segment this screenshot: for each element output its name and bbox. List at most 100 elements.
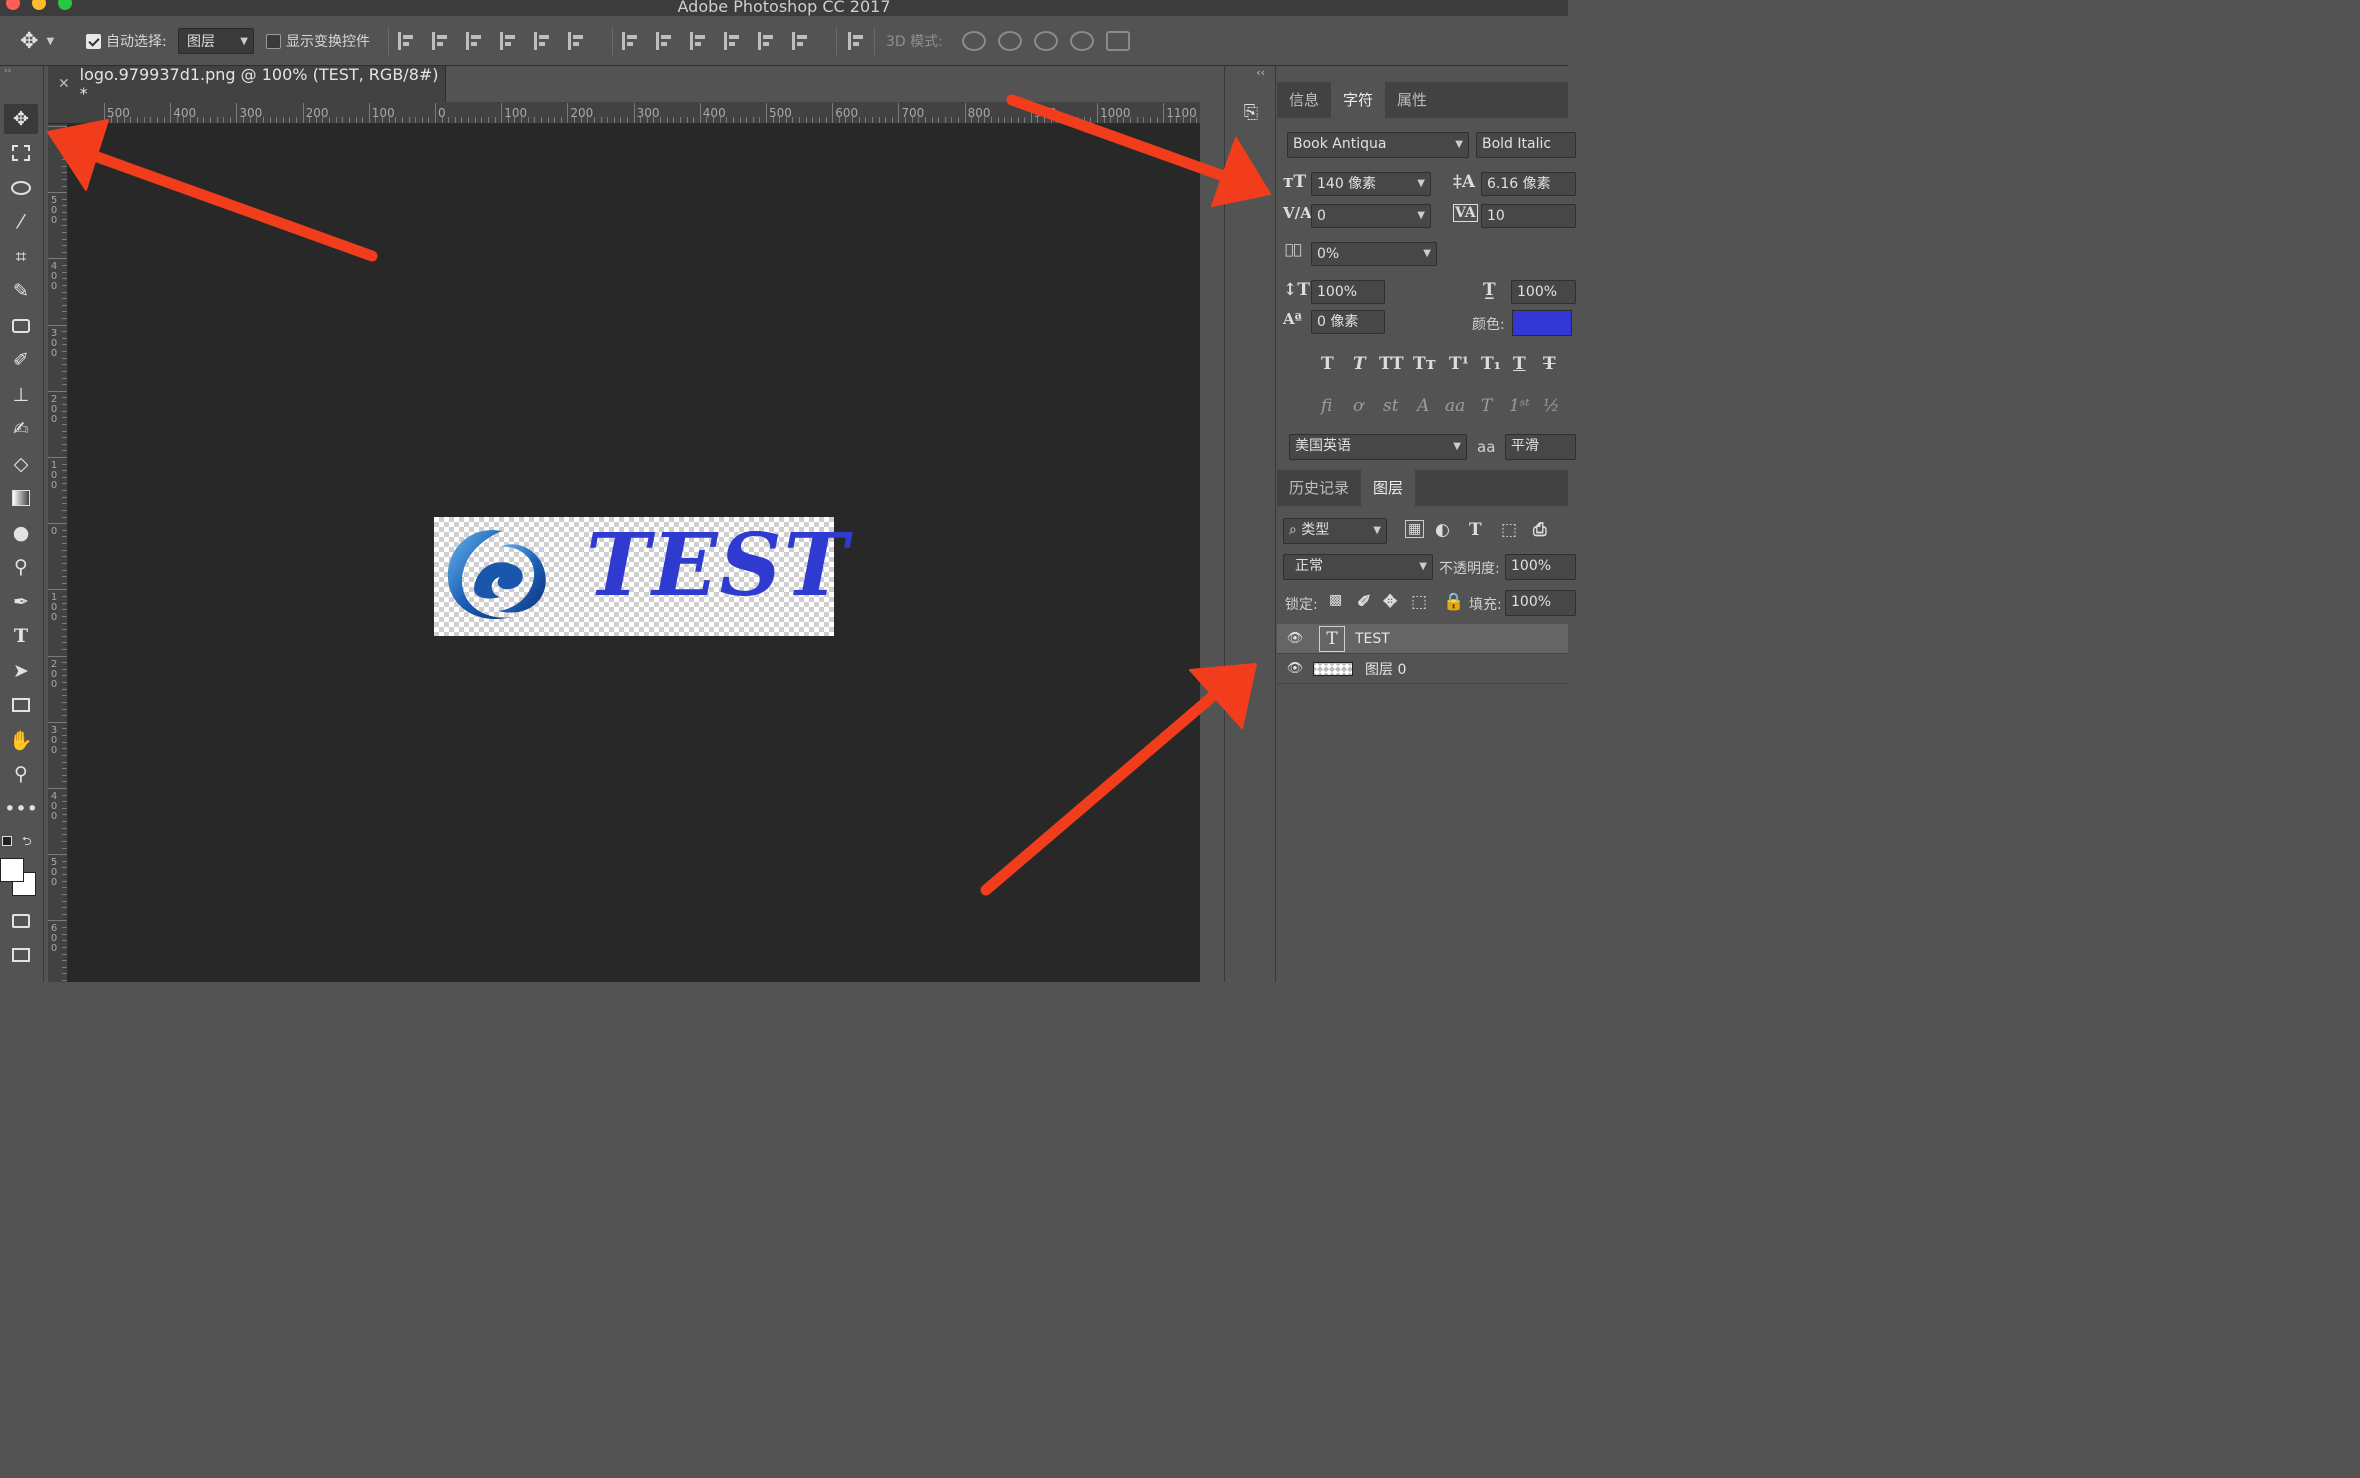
- tracking-field[interactable]: 10: [1481, 204, 1576, 228]
- distribute-top-icon[interactable]: [622, 32, 640, 50]
- swash-icon[interactable]: A: [1417, 396, 1429, 416]
- align-bottom-icon[interactable]: [466, 32, 484, 50]
- distribute-vcenter-icon[interactable]: [656, 32, 674, 50]
- all-caps-icon[interactable]: TT: [1379, 354, 1404, 374]
- font-style-dropdown[interactable]: Bold Italic: [1476, 132, 1576, 158]
- lock-artboard-icon[interactable]: ⬚: [1411, 592, 1427, 612]
- quick-mask-button[interactable]: [4, 906, 38, 936]
- foreground-color-swatch[interactable]: [0, 858, 24, 882]
- lock-position-icon[interactable]: ✥: [1383, 592, 1397, 612]
- history-brush-tool[interactable]: ✍: [4, 414, 38, 444]
- align-left-icon[interactable]: [500, 32, 518, 50]
- canvas-area[interactable]: TEST: [68, 124, 1200, 982]
- distribute-left-icon[interactable]: [724, 32, 742, 50]
- close-tab-icon[interactable]: ✕: [58, 76, 78, 92]
- underline-icon[interactable]: T: [1513, 354, 1526, 374]
- eyedropper-tool[interactable]: ✎: [4, 276, 38, 306]
- document-artwork[interactable]: TEST: [434, 515, 848, 636]
- align-vcenter-icon[interactable]: [432, 32, 450, 50]
- auto-align-icon[interactable]: [848, 32, 866, 50]
- tab-info[interactable]: 信息: [1277, 82, 1331, 118]
- titling-alternates-icon[interactable]: T: [1481, 396, 1492, 416]
- move-tool-preset[interactable]: ✥ ▼: [20, 16, 54, 66]
- tab-properties[interactable]: 属性: [1385, 82, 1439, 118]
- blur-tool[interactable]: ●: [4, 518, 38, 548]
- brush-tool[interactable]: ✐: [4, 345, 38, 375]
- horizontal-scale-field[interactable]: 100%: [1511, 280, 1576, 304]
- vertical-scale-field[interactable]: 100%: [1311, 280, 1385, 304]
- expand-panel-icon[interactable]: ››: [4, 66, 11, 76]
- tab-character[interactable]: 字符: [1331, 82, 1386, 118]
- screen-mode-button[interactable]: [4, 940, 38, 970]
- discretionary-ligature-icon[interactable]: st: [1383, 396, 1399, 416]
- horizontal-ruler[interactable]: 500 400 300 200 100 0 100 200 300 400 500 600 700 800…: [48, 102, 1222, 124]
- lasso-tool[interactable]: [4, 173, 38, 203]
- align-top-icon[interactable]: [398, 32, 416, 50]
- tab-history[interactable]: 历史记录: [1277, 470, 1361, 506]
- auto-select-target-dropdown[interactable]: 图层 ▼: [178, 28, 254, 54]
- stamp-tool[interactable]: ⊥: [4, 380, 38, 410]
- opacity-field[interactable]: 100%: [1505, 554, 1576, 580]
- layer-row-layer0[interactable]: 👁 图层 0: [1277, 654, 1568, 684]
- filter-type-icon[interactable]: T: [1469, 520, 1482, 540]
- patch-tool[interactable]: [4, 311, 38, 341]
- faux-italic-icon[interactable]: T: [1353, 354, 1366, 374]
- zoom-tool[interactable]: ⚲: [4, 759, 38, 789]
- document-tab[interactable]: ✕ logo.979937d1.png @ 100% (TEST, RGB/8#…: [48, 65, 446, 103]
- dock-paragraph-button[interactable]: ⎘: [1235, 96, 1267, 128]
- distribute-hcenter-icon[interactable]: [758, 32, 776, 50]
- eraser-tool[interactable]: ◇: [4, 449, 38, 479]
- kerning-field[interactable]: 0 ▼: [1311, 204, 1431, 228]
- lock-image-icon[interactable]: ✐: [1357, 592, 1371, 612]
- small-caps-icon[interactable]: Tт: [1413, 354, 1436, 374]
- blend-mode-dropdown[interactable]: 正常 ▼: [1283, 554, 1433, 580]
- default-colors-icon[interactable]: [2, 836, 12, 846]
- dodge-tool[interactable]: ⚲: [4, 552, 38, 582]
- subscript-icon[interactable]: T₁: [1481, 354, 1501, 374]
- faux-bold-icon[interactable]: T: [1321, 354, 1334, 374]
- distribute-bottom-icon[interactable]: [690, 32, 708, 50]
- fractions-icon[interactable]: ½: [1543, 396, 1559, 416]
- orbit-3d-icon[interactable]: [962, 31, 986, 51]
- language-dropdown[interactable]: 美国英语 ▼: [1289, 434, 1467, 460]
- swap-colors-icon[interactable]: ⮌: [22, 832, 32, 853]
- more-tools[interactable]: •••: [4, 794, 38, 824]
- path-select-tool[interactable]: ➤: [4, 656, 38, 686]
- strikethrough-icon[interactable]: T: [1543, 354, 1556, 374]
- show-transform-checkbox[interactable]: 显示变换控件: [266, 16, 370, 66]
- lock-all-icon[interactable]: 🔒: [1443, 592, 1464, 612]
- align-hcenter-icon[interactable]: [534, 32, 552, 50]
- marquee-tool[interactable]: [4, 138, 38, 168]
- lock-transparent-icon[interactable]: ▩: [1329, 592, 1342, 608]
- camera-3d-icon[interactable]: [1106, 31, 1130, 51]
- proportional-spacing-field[interactable]: 0% ▼: [1311, 242, 1437, 266]
- filter-shape-icon[interactable]: ⬚: [1501, 520, 1517, 540]
- superscript-icon[interactable]: T¹: [1449, 354, 1469, 374]
- pen-tool[interactable]: ✒: [4, 587, 38, 617]
- ordinals-icon[interactable]: 1ˢᵗ: [1509, 396, 1530, 416]
- eye-icon[interactable]: 👁: [1277, 661, 1313, 676]
- slide-3d-icon[interactable]: [1070, 31, 1094, 51]
- antialias-dropdown[interactable]: 平滑: [1505, 434, 1576, 460]
- layer-row-test[interactable]: 👁 T TEST: [1277, 624, 1568, 654]
- layer-filter-dropdown[interactable]: ⌕ 类型 ▼: [1283, 518, 1387, 544]
- text-color-swatch[interactable]: [1512, 310, 1572, 336]
- stylistic-alternates-icon[interactable]: aa: [1445, 396, 1465, 416]
- font-family-dropdown[interactable]: Book Antiqua ▼: [1287, 132, 1469, 158]
- fill-field[interactable]: 100%: [1505, 590, 1576, 616]
- roll-3d-icon[interactable]: [998, 31, 1022, 51]
- distribute-right-icon[interactable]: [792, 32, 810, 50]
- vertical-ruler[interactable]: 0 500 400 300 200 100 0 100 200 300 400 500 600: [48, 124, 68, 982]
- rectangle-tool[interactable]: [4, 690, 38, 720]
- old-style-icon[interactable]: ơ: [1353, 396, 1363, 416]
- pan-3d-icon[interactable]: [1034, 31, 1058, 51]
- leading-field[interactable]: 6.16 像素: [1481, 172, 1576, 196]
- filter-smart-object-icon[interactable]: ⎙: [1533, 520, 1547, 540]
- filter-pixel-icon[interactable]: ▦: [1405, 520, 1425, 538]
- ligature-icon[interactable]: ﬁ: [1321, 396, 1332, 416]
- crop-tool[interactable]: ⌗: [4, 242, 38, 272]
- align-right-icon[interactable]: [568, 32, 586, 50]
- baseline-shift-field[interactable]: 0 像素: [1311, 310, 1385, 334]
- magic-wand-tool[interactable]: ⁄: [4, 207, 38, 237]
- hand-tool[interactable]: ✋: [4, 725, 38, 755]
